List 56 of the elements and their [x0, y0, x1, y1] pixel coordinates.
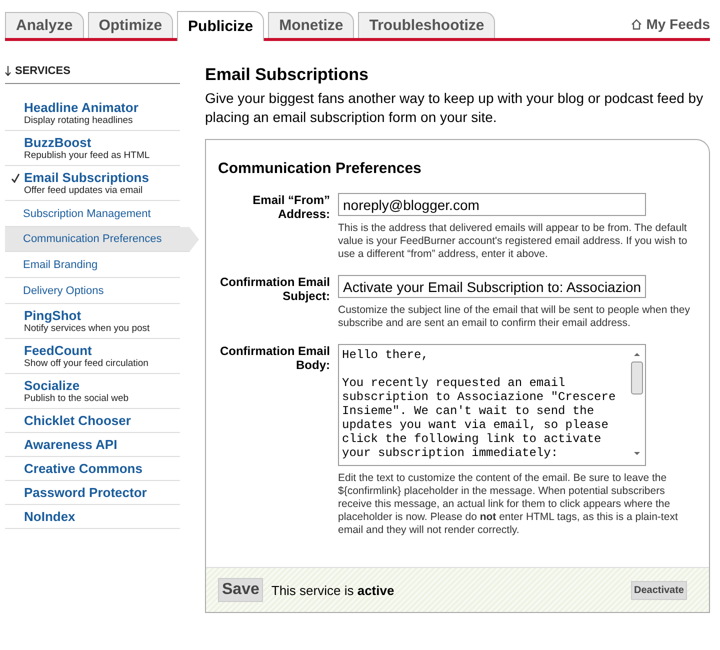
service-description: Display rotating headlines	[24, 115, 134, 126]
help-text: Edit the text to customize the content of the email. Be sure to leave the ${confirmlink} placeholder in the message. When potential subscribers receive this message, an actual link for them to click appears where the placeholder is now. Please do not enter HTML tags, as this is a plain-text email and they will not render correctly.	[338, 472, 679, 537]
service-description: Publish to the social web	[24, 393, 130, 404]
my-feeds-link[interactable]: My Feeds	[631, 16, 710, 38]
sidebar-subitem[interactable]: Delivery Options	[5, 278, 180, 304]
nav-tab[interactable]: Monetize	[268, 12, 354, 38]
service-link[interactable]: Chicklet Chooser	[5, 409, 180, 433]
service-link[interactable]: Creative Commons	[5, 457, 180, 481]
status-text: This service is active	[271, 582, 394, 598]
help-text: This is the address that delivered emails will appear to be from. The default value is your FeedBurner account's registered email address. If you wish to use a different “from” address, enter it above.	[338, 222, 688, 261]
service-title: Headline Animator	[24, 100, 140, 115]
sidebar-subitem[interactable]: Communication Preferences	[5, 227, 199, 252]
sidebar-subitem[interactable]: Email Branding	[5, 252, 180, 278]
service-title: FeedCount	[24, 343, 93, 358]
nav-tab[interactable]: Analyze	[5, 12, 84, 38]
service-link[interactable]: NoIndex	[5, 505, 180, 529]
service-description: Republish your feed as HTML	[24, 150, 151, 161]
down-arrow-icon	[5, 66, 11, 76]
service-description: Show off your feed circulation	[24, 358, 150, 369]
service-link[interactable]: Headline Animator Display rotating headlines	[5, 96, 180, 131]
service-description: Notify services when you post	[24, 323, 151, 334]
service-title: PingShot	[24, 308, 82, 323]
service-description: Offer feed updates via email	[24, 185, 144, 196]
service-title: Creative Commons	[24, 461, 144, 476]
service-link[interactable]: Email Subscriptions Offer feed updates via email	[5, 166, 180, 201]
service-link[interactable]: Socialize Publish to the social web	[5, 374, 180, 409]
service-title: Socialize	[24, 378, 81, 393]
help-text: Customize the subject line of the email that will be sent to people when they subscribe and are sent an email to confirm their email address.	[338, 304, 691, 330]
service-title: BuzzBoost	[24, 135, 92, 150]
nav-tab[interactable]: Troubleshootize	[358, 12, 496, 38]
body-textarea[interactable]: Hello there, You recently requested an email subscription to Associazione "Crescere Insieme". We can't wait to send the updates you want via email, so please click the following link to activate your subscription immediately:	[338, 344, 646, 466]
service-link[interactable]: FeedCount Show off your feed circulation	[5, 339, 180, 374]
sidebar-heading: SERVICES	[15, 65, 70, 77]
panel-title: Communication Preferences	[218, 160, 422, 177]
service-title: Password Protector	[24, 485, 148, 500]
page-intro: Give your biggest fans another way to keep up with your blog or podcast feed by placing an email subscription form on your site.	[205, 89, 704, 127]
service-link[interactable]: BuzzBoost Republish your feed as HTML	[5, 131, 180, 166]
service-title: Awareness API	[24, 437, 118, 452]
nav-tab[interactable]: Optimize	[88, 12, 174, 38]
check-icon	[11, 173, 20, 183]
save-button[interactable]: Save	[218, 578, 264, 602]
field-label: Email “From” Address:	[252, 193, 330, 223]
service-title: Email Subscriptions	[24, 170, 150, 185]
page-title: Email Subscriptions	[205, 65, 370, 85]
house-icon	[631, 18, 642, 30]
input-field[interactable]: Activate your Email Subscription to: Associazion	[338, 275, 646, 298]
service-title: Chicklet Chooser	[24, 413, 132, 428]
service-link[interactable]: Awareness API	[5, 433, 180, 457]
deactivate-button[interactable]: Deactivate	[630, 580, 687, 600]
service-link[interactable]: Password Protector	[5, 481, 180, 505]
input-field[interactable]: noreply@blogger.com	[338, 193, 646, 216]
service-title: NoIndex	[24, 509, 76, 524]
service-link[interactable]: PingShot Notify services when you post	[5, 304, 180, 339]
field-label: Confirmation Email Body:	[218, 344, 330, 374]
field-label: Confirmation Email Subject:	[218, 275, 330, 305]
nav-tab[interactable]: Publicize	[177, 11, 264, 41]
